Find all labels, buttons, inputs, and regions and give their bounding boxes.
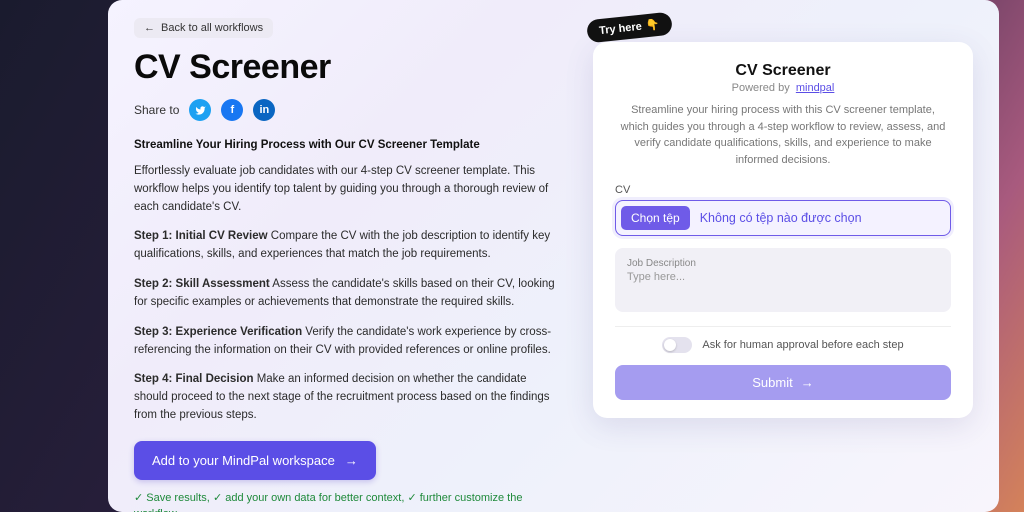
twitter-icon[interactable]	[189, 99, 211, 121]
left-column: ← Back to all workflows CV Screener Shar…	[134, 18, 563, 502]
job-description-input[interactable]: Job Description Type here...	[615, 248, 951, 312]
check-icon: ✓	[213, 492, 222, 504]
step-3: Step 3: Experience Verification Verify t…	[134, 324, 563, 360]
jd-placeholder: Type here...	[627, 271, 939, 283]
step-1-label: Step 1: Initial CV Review	[134, 230, 268, 242]
jd-label: Job Description	[627, 258, 939, 269]
benefits-list: ✓ Save results, ✓ add your own data for …	[134, 490, 563, 512]
pointer-down-icon: 👇	[645, 18, 660, 32]
arrow-left-icon: ←	[144, 22, 155, 34]
page-title: CV Screener	[134, 48, 563, 87]
add-to-workspace-button[interactable]: Add to your MindPal workspace →	[134, 441, 376, 480]
submit-button[interactable]: Submit →	[615, 365, 951, 400]
benefit-2: add your own data for better context,	[225, 492, 404, 504]
intro-heading: Streamline Your Hiring Process with Our …	[134, 139, 563, 151]
workflow-page-card: ← Back to all workflows CV Screener Shar…	[108, 0, 999, 512]
workflow-widget: CV Screener Powered by mindpal Streamlin…	[593, 42, 973, 418]
human-approval-toggle[interactable]	[662, 337, 692, 353]
check-icon: ✓	[134, 492, 143, 504]
facebook-icon[interactable]: f	[221, 99, 243, 121]
cv-file-input[interactable]: Chọn tệp Không có tệp nào được chọn	[615, 200, 951, 236]
back-to-workflows-button[interactable]: ← Back to all workflows	[134, 18, 273, 38]
share-label: Share to	[134, 103, 179, 117]
step-1: Step 1: Initial CV Review Compare the CV…	[134, 228, 563, 264]
widget-title: CV Screener	[615, 62, 951, 80]
cta-label: Add to your MindPal workspace	[152, 453, 335, 468]
choose-file-button[interactable]: Chọn tệp	[621, 206, 690, 230]
divider	[615, 326, 951, 327]
intro-body: Effortlessly evaluate job candidates wit…	[134, 163, 563, 216]
back-label: Back to all workflows	[161, 22, 263, 34]
right-column: Try here 👇 CV Screener Powered by mindpa…	[593, 18, 973, 502]
widget-subtitle: Powered by mindpal	[615, 82, 951, 94]
arrow-right-icon: →	[801, 375, 814, 390]
check-icon: ✓	[407, 492, 416, 504]
step-2: Step 2: Skill Assessment Assess the cand…	[134, 276, 563, 312]
submit-label: Submit	[752, 375, 792, 390]
cv-field-label: CV	[615, 184, 951, 196]
step-4-label: Step 4: Final Decision	[134, 373, 254, 385]
approval-label: Ask for human approval before each step	[702, 339, 903, 351]
step-2-label: Step 2: Skill Assessment	[134, 278, 270, 290]
powered-by-link[interactable]: mindpal	[796, 82, 835, 94]
benefit-1: Save results,	[146, 492, 210, 504]
arrow-right-icon: →	[345, 453, 358, 468]
try-label: Try here	[599, 20, 643, 36]
powered-by-prefix: Powered by	[732, 82, 790, 94]
share-row: Share to f in	[134, 99, 563, 121]
approval-row: Ask for human approval before each step	[615, 337, 951, 353]
step-4: Step 4: Final Decision Make an informed …	[134, 371, 563, 424]
file-status-text: Không có tệp nào được chọn	[700, 211, 862, 225]
widget-description: Streamline your hiring process with this…	[615, 102, 951, 168]
linkedin-icon[interactable]: in	[253, 99, 275, 121]
try-here-badge: Try here 👇	[586, 12, 672, 44]
step-3-label: Step 3: Experience Verification	[134, 326, 302, 338]
